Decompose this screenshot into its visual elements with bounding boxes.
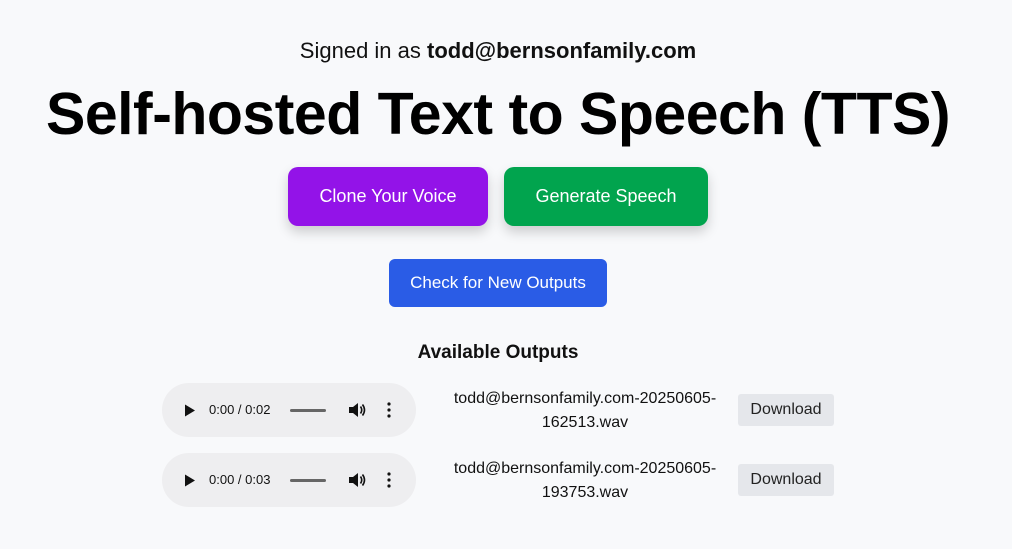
more-vertical-icon[interactable] — [386, 472, 392, 488]
download-button[interactable]: Download — [738, 464, 834, 496]
signed-in-prefix: Signed in as — [299, 38, 421, 63]
volume-icon[interactable] — [348, 402, 366, 418]
check-outputs-button[interactable]: Check for New Outputs — [389, 259, 607, 307]
output-row: 0:00 / 0:02 todd@bernsonfamily.com-20250… — [0, 381, 1012, 441]
filename-line: todd@bernsonfamily.com-20250605- — [453, 460, 717, 477]
audio-progress-slider[interactable] — [290, 409, 326, 412]
output-row: 0:00 / 0:03 todd@bernsonfamily.com-20250… — [0, 451, 1012, 511]
audio-time: 0:00 / 0:02 — [209, 402, 271, 417]
user-email: todd@bernsonfamily.com — [427, 38, 697, 63]
tts-page: Signed in as todd@bernsonfamily.com Self… — [0, 0, 1012, 549]
filename-line: 193753.wav — [541, 484, 629, 501]
filename-line: todd@bernsonfamily.com-20250605- — [453, 390, 717, 407]
available-outputs-heading: Available Outputs — [417, 342, 579, 363]
volume-icon[interactable] — [348, 472, 366, 488]
audio-time: 0:00 / 0:03 — [209, 472, 271, 487]
audio-player[interactable]: 0:00 / 0:03 — [162, 453, 416, 507]
audio-progress-slider[interactable] — [290, 479, 326, 482]
play-icon[interactable] — [184, 474, 196, 487]
output-filename: todd@bernsonfamily.com-20250605- 193753.… — [432, 457, 738, 505]
audio-player[interactable]: 0:00 / 0:02 — [162, 383, 416, 437]
play-icon[interactable] — [184, 404, 196, 417]
filename-line: 162513.wav — [541, 414, 629, 431]
output-filename: todd@bernsonfamily.com-20250605- 162513.… — [432, 387, 738, 435]
generate-speech-button[interactable]: Generate Speech — [504, 167, 708, 226]
signed-in-status: Signed in as todd@bernsonfamily.com — [0, 38, 996, 64]
page-title: Self-hosted Text to Speech (TTS) — [45, 81, 951, 147]
clone-voice-button[interactable]: Clone Your Voice — [288, 167, 488, 226]
download-button[interactable]: Download — [738, 394, 834, 426]
more-vertical-icon[interactable] — [386, 402, 392, 418]
